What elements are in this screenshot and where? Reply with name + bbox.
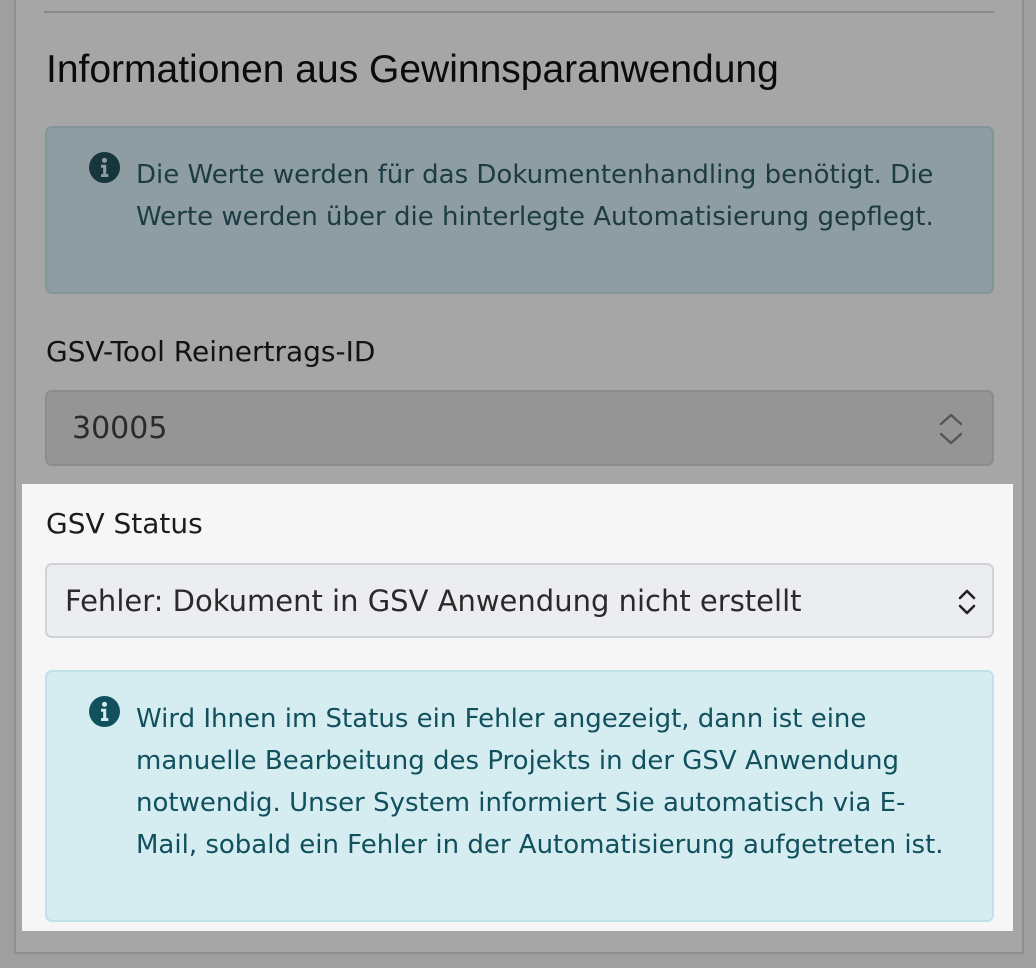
section-heading: Informationen aus Gewinnsparanwendung bbox=[46, 48, 779, 91]
info-alert-status: Wird Ihnen im Status ein Fehler angezeig… bbox=[45, 670, 994, 922]
info-alert-text: Die Werte werden für das Dokumentenhandl… bbox=[136, 160, 934, 232]
gsv-status-select[interactable]: Fehler: Dokument in GSV Anwendung nicht … bbox=[45, 563, 994, 638]
info-circle-icon bbox=[89, 152, 120, 183]
reinertrags-id-input[interactable]: 30005 bbox=[45, 390, 994, 466]
chevron-down-icon[interactable] bbox=[936, 429, 966, 448]
number-spinner[interactable] bbox=[936, 410, 966, 448]
info-circle-icon bbox=[89, 696, 120, 727]
status-alert-text: Wird Ihnen im Status ein Fehler angezeig… bbox=[136, 704, 944, 860]
reinertrags-id-value: 30005 bbox=[72, 411, 168, 446]
chevron-up-icon[interactable] bbox=[936, 410, 966, 429]
reinertrags-id-label: GSV-Tool Reinertrags-ID bbox=[46, 335, 376, 368]
gsv-status-label: GSV Status bbox=[46, 507, 203, 540]
info-alert-documents: Die Werte werden für das Dokumentenhandl… bbox=[45, 126, 994, 294]
select-chevrons-icon bbox=[958, 589, 976, 615]
gsv-status-selected-value: Fehler: Dokument in GSV Anwendung nicht … bbox=[65, 584, 802, 618]
section-divider bbox=[44, 11, 994, 13]
